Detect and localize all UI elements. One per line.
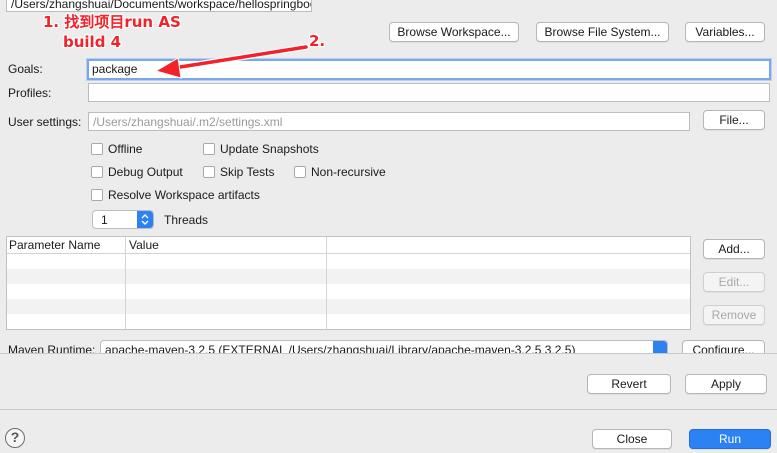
configure-button[interactable]: Configure... xyxy=(682,340,765,353)
run-button[interactable]: Run xyxy=(689,429,771,449)
base-directory-field[interactable]: /Users/zhangshuai/Documents/workspace/he… xyxy=(6,0,312,12)
non-recursive-checkbox[interactable] xyxy=(294,166,306,178)
annotation-step2: 2. xyxy=(309,32,326,50)
add-parameter-button[interactable]: Add... xyxy=(703,239,765,259)
offline-checkbox[interactable] xyxy=(91,143,103,155)
debug-output-checkbox[interactable] xyxy=(91,166,103,178)
table-row xyxy=(7,269,690,284)
base-directory-value: /Users/zhangshuai/Documents/workspace/he… xyxy=(11,0,312,11)
revert-button[interactable]: Revert xyxy=(587,374,671,394)
parameters-table[interactable]: Parameter Name Value xyxy=(6,236,691,330)
column-header-parameter-name[interactable]: Parameter Name xyxy=(9,238,100,252)
profiles-input[interactable] xyxy=(88,83,770,102)
annotation-step1-line2: build 4 xyxy=(63,33,122,51)
goals-input[interactable]: package xyxy=(87,59,771,80)
dropdown-arrows-icon xyxy=(653,341,667,353)
annotation-step1-line1: 1. 找到项目run AS xyxy=(43,13,181,31)
question-circle-icon[interactable]: ? xyxy=(5,428,25,448)
apply-button[interactable]: Apply xyxy=(685,374,767,394)
resolve-workspace-label: Resolve Workspace artifacts xyxy=(108,188,260,202)
user-settings-value: /Users/zhangshuai/.m2/settings.xml xyxy=(93,115,283,129)
debug-output-label: Debug Output xyxy=(108,165,183,179)
maven-runtime-value: apache-maven-3.2.5 (EXTERNAL /Users/zhan… xyxy=(105,343,576,353)
table-header: Parameter Name Value xyxy=(7,237,690,254)
edit-parameter-button[interactable]: Edit... xyxy=(703,272,765,292)
maven-runtime-select[interactable]: apache-maven-3.2.5 (EXTERNAL /Users/zhan… xyxy=(100,340,668,353)
maven-runtime-row: Maven Runtime: apache-maven-3.2.5 (EXTER… xyxy=(0,337,777,353)
profiles-label: Profiles: xyxy=(8,86,52,100)
file-button[interactable]: File... xyxy=(703,110,765,130)
offline-label: Offline xyxy=(108,142,143,156)
column-divider xyxy=(125,237,126,329)
goals-label: Goals: xyxy=(8,62,43,76)
goals-value: package xyxy=(92,62,138,76)
threads-select[interactable]: 1 xyxy=(92,210,154,229)
table-row xyxy=(7,314,690,329)
update-snapshots-label: Update Snapshots xyxy=(220,142,319,156)
panel-separator xyxy=(0,353,777,354)
annotation-step1: 1. 找到项目run AS build 4 xyxy=(43,12,181,52)
footer-separator xyxy=(0,409,777,410)
skip-tests-checkbox[interactable] xyxy=(203,166,215,178)
column-divider xyxy=(326,237,327,329)
skip-tests-label: Skip Tests xyxy=(220,165,275,179)
resolve-workspace-checkbox[interactable] xyxy=(91,189,103,201)
table-row xyxy=(7,299,690,314)
remove-parameter-button[interactable]: Remove xyxy=(703,305,765,325)
stepper-arrows-icon xyxy=(137,211,153,228)
threads-value: 1 xyxy=(101,213,108,227)
browse-file-system-button[interactable]: Browse File System... xyxy=(536,22,669,42)
threads-label: Threads xyxy=(164,213,209,227)
column-header-value[interactable]: Value xyxy=(129,238,159,252)
maven-runtime-label: Maven Runtime: xyxy=(8,343,96,353)
browse-workspace-button[interactable]: Browse Workspace... xyxy=(389,22,519,42)
non-recursive-label: Non-recursive xyxy=(311,165,386,179)
table-row xyxy=(7,254,690,269)
close-button[interactable]: Close xyxy=(592,429,672,449)
table-row xyxy=(7,284,690,299)
user-settings-input[interactable]: /Users/zhangshuai/.m2/settings.xml xyxy=(88,112,690,131)
update-snapshots-checkbox[interactable] xyxy=(203,143,215,155)
variables-button[interactable]: Variables... xyxy=(685,22,765,42)
user-settings-label: User settings: xyxy=(8,115,82,129)
